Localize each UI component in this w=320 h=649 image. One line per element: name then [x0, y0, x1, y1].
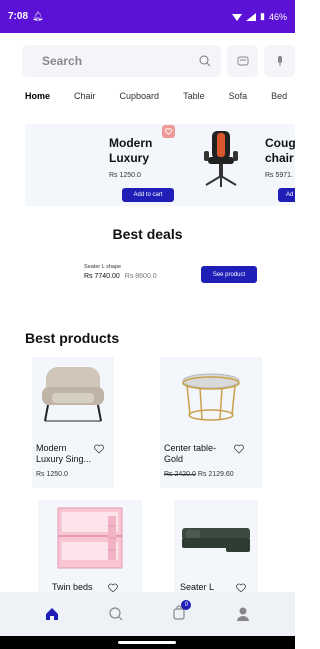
tab-cupboard[interactable]: Cupboard — [120, 91, 160, 101]
search-bar[interactable] — [22, 45, 222, 77]
product-price: Rs 2129.60 — [197, 471, 234, 478]
profile-icon[interactable] — [235, 606, 251, 622]
featured-title: Modern Luxury — [109, 136, 153, 165]
battery-level: 46% — [268, 11, 287, 22]
tab-home[interactable]: Home — [25, 91, 50, 101]
featured-price: Rs 1250.0 — [109, 172, 141, 179]
add-to-cart-button[interactable]: Ad — [278, 188, 295, 202]
product-old-price: Rs 2420.0 — [164, 471, 196, 478]
filter-button[interactable] — [227, 45, 259, 77]
see-product-button[interactable]: See product — [201, 266, 257, 283]
category-tabs: Home Chair Cupboard Table Sofa Bed — [25, 91, 311, 101]
l-sofa-image — [174, 500, 258, 574]
product-price: Rs 1250.0 — [36, 471, 68, 478]
featured-title: Cougar chair — [265, 136, 295, 166]
microphone-icon — [277, 56, 282, 66]
product-card[interactable]: Seater L — [174, 500, 258, 593]
deal-item[interactable]: Seater L shape Rs 7740.00 Rs 8600.0 See … — [84, 264, 264, 283]
deal-price: Rs 7740.00 — [84, 273, 120, 280]
tab-table[interactable]: Table — [183, 91, 205, 101]
armchair-image — [32, 357, 114, 429]
tab-chair[interactable]: Chair — [74, 91, 96, 101]
tab-sofa[interactable]: Sofa — [229, 91, 248, 101]
heart-icon[interactable] — [94, 444, 104, 454]
favorite-button[interactable] — [162, 125, 175, 138]
status-time: 7:08 — [8, 11, 29, 22]
home-icon[interactable] — [44, 606, 60, 622]
product-price-row: Rs 2420.0 Rs 2129.60 — [164, 471, 234, 478]
best-products-heading: Best products — [25, 330, 120, 346]
status-right: ▮ 46% — [232, 11, 287, 22]
status-bar: 7:08 🔔︎ ▮ 46% — [0, 0, 295, 33]
cart-badge: 0 — [181, 599, 192, 610]
tab-bed[interactable]: Bed — [271, 91, 287, 101]
featured-carousel[interactable]: Modern Luxury Rs 1250.0 Add to cart Coug… — [25, 124, 295, 206]
voice-search-button[interactable] — [264, 45, 295, 77]
heart-icon[interactable] — [234, 444, 244, 454]
home-gesture-bar[interactable] — [118, 641, 176, 644]
system-navigation-bar — [0, 636, 295, 649]
battery-icon: ▮ — [260, 11, 265, 21]
product-card[interactable]: Center table-Gold Rs 2420.0 Rs 2129.60 — [160, 357, 262, 488]
product-card[interactable]: Twin beds — [38, 500, 142, 593]
signal-icon — [246, 12, 257, 21]
twin-beds-image — [38, 500, 142, 574]
filter-icon — [237, 56, 249, 66]
product-card[interactable]: Modern Luxury Sing... Rs 1250.0 — [32, 357, 114, 488]
search-icon[interactable] — [199, 55, 211, 67]
cart-button[interactable]: 0 — [171, 599, 192, 625]
product-name: Center table-Gold — [164, 443, 217, 464]
wifi-icon — [232, 13, 243, 21]
search-row — [22, 45, 295, 77]
heart-icon — [165, 128, 172, 135]
deal-old-price: Rs 8600.0 — [124, 273, 157, 280]
product-name: Modern Luxury Sing... — [36, 443, 92, 464]
notification-icon: 🔔︎ — [32, 11, 44, 21]
bottom-navigation: 0 — [0, 592, 295, 636]
search-input[interactable] — [42, 54, 200, 68]
center-table-image — [160, 357, 262, 429]
featured-title-text: Cougar chair — [265, 136, 295, 165]
search-icon[interactable] — [108, 606, 124, 622]
best-deals-heading: Best deals — [112, 226, 183, 242]
gaming-chair-image — [204, 131, 238, 187]
add-to-cart-button[interactable]: Add to cart — [122, 188, 174, 202]
featured-price: Rs 5971. — [265, 172, 294, 179]
